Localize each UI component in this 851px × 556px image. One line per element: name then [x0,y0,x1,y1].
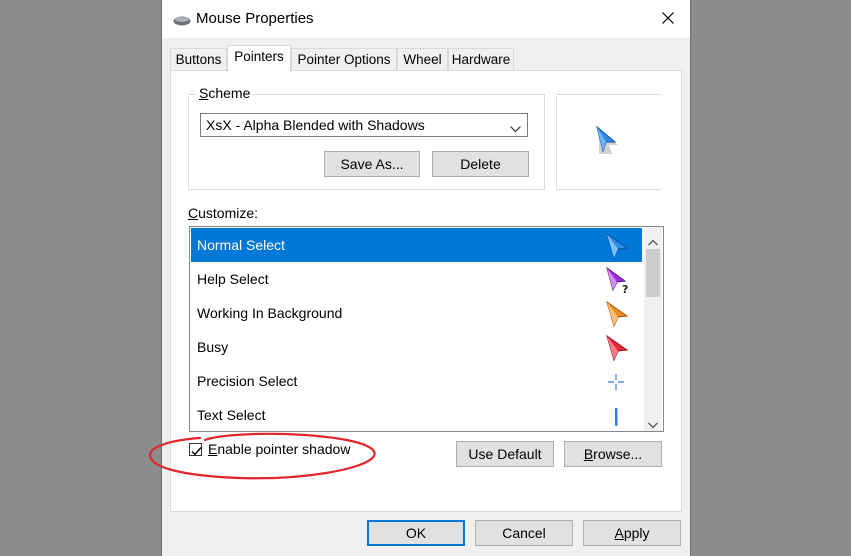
scheme-groupbox: Scheme XsX - Alpha Blended with Shadows … [188,85,545,190]
apply-label-rest: pply [623,525,650,541]
cancel-button[interactable]: Cancel [475,520,573,546]
purple-help-cursor-icon: ? [601,266,631,296]
delete-label: Delete [460,156,501,172]
ok-label: OK [405,525,427,541]
tab-label: Pointers [234,49,284,64]
chevron-down-icon[interactable] [648,416,658,431]
chevron-down-icon [510,120,521,136]
tab-label: Pointer Options [297,52,391,67]
tab-wheel[interactable]: Wheel [397,48,448,71]
use-default-label: Use Default [468,446,542,462]
crosshair-cursor-icon [601,368,631,396]
tab-buttons[interactable]: Buttons [170,48,227,71]
tab-pointers[interactable]: Pointers [227,45,291,72]
close-button[interactable] [650,2,686,36]
title-bar[interactable]: Mouse Properties [162,0,690,38]
tab-label: Hardware [451,52,511,67]
blue-arrow-cursor-icon [595,125,619,158]
list-item[interactable]: Text Select [191,398,642,431]
tab-label: Wheel [403,52,442,67]
tab-hardware[interactable]: Hardware [448,48,514,71]
enable-shadow-label[interactable]: Enable pointer shadow [208,441,350,457]
list-item-label: Working In Background [197,305,343,321]
text-beam-cursor-icon [601,402,631,430]
browse-button[interactable]: Browse... [564,441,662,467]
ok-button[interactable]: OK [367,520,465,546]
mouse-icon [173,14,191,30]
orange-arrow-cursor-icon [601,300,631,328]
chevron-up-icon[interactable] [648,233,658,249]
red-arrow-cursor-icon [601,334,631,362]
list-item[interactable]: Precision Select [191,364,642,398]
customize-label: Customize: [188,205,259,221]
tab-label: Buttons [175,52,222,67]
scheme-label-rest: cheme [208,85,251,101]
cursor-list[interactable]: Normal Select Help Select ? Working In B… [189,226,664,432]
scheme-dropdown[interactable]: XsX - Alpha Blended with Shadows [200,113,528,137]
scheme-selected-value: XsX - Alpha Blended with Shadows [206,117,425,133]
scrollbar-thumb[interactable] [646,249,660,297]
window-title: Mouse Properties [196,10,314,27]
delete-button[interactable]: Delete [432,151,529,177]
svg-text:?: ? [622,283,628,294]
mouse-properties-dialog: Mouse Properties Buttons Pointers Pointe… [161,0,691,556]
tab-pointer-options[interactable]: Pointer Options [291,48,397,71]
list-item[interactable]: Normal Select [191,228,642,262]
list-item[interactable]: Working In Background [191,296,642,330]
list-item[interactable]: Help Select ? [191,262,642,296]
close-icon [662,11,674,27]
list-item-label: Normal Select [197,237,285,253]
list-item-label: Precision Select [197,373,298,389]
list-item-label: Text Select [197,407,266,423]
list-item-label: Help Select [197,271,269,287]
list-scrollbar[interactable] [644,227,662,431]
save-as-label: Save As... [340,156,404,172]
cancel-label: Cancel [502,525,546,541]
list-item-label: Busy [197,339,229,355]
apply-button[interactable]: Apply [583,520,681,546]
cursor-preview [556,94,661,190]
use-default-button[interactable]: Use Default [456,441,554,467]
save-as-button[interactable]: Save As... [324,151,420,177]
enable-shadow-label-rest: nable pointer shadow [217,441,351,457]
pointers-panel: Scheme XsX - Alpha Blended with Shadows … [170,70,682,512]
enable-shadow-checkbox[interactable] [189,443,202,456]
browse-label-rest: rowse... [593,446,643,462]
checkmark-icon [191,444,202,460]
customize-label-rest: ustomize: [198,205,259,221]
list-item[interactable]: Busy [191,330,642,364]
blue-arrow-cursor-icon [601,232,631,260]
scheme-label: Scheme [197,85,253,101]
